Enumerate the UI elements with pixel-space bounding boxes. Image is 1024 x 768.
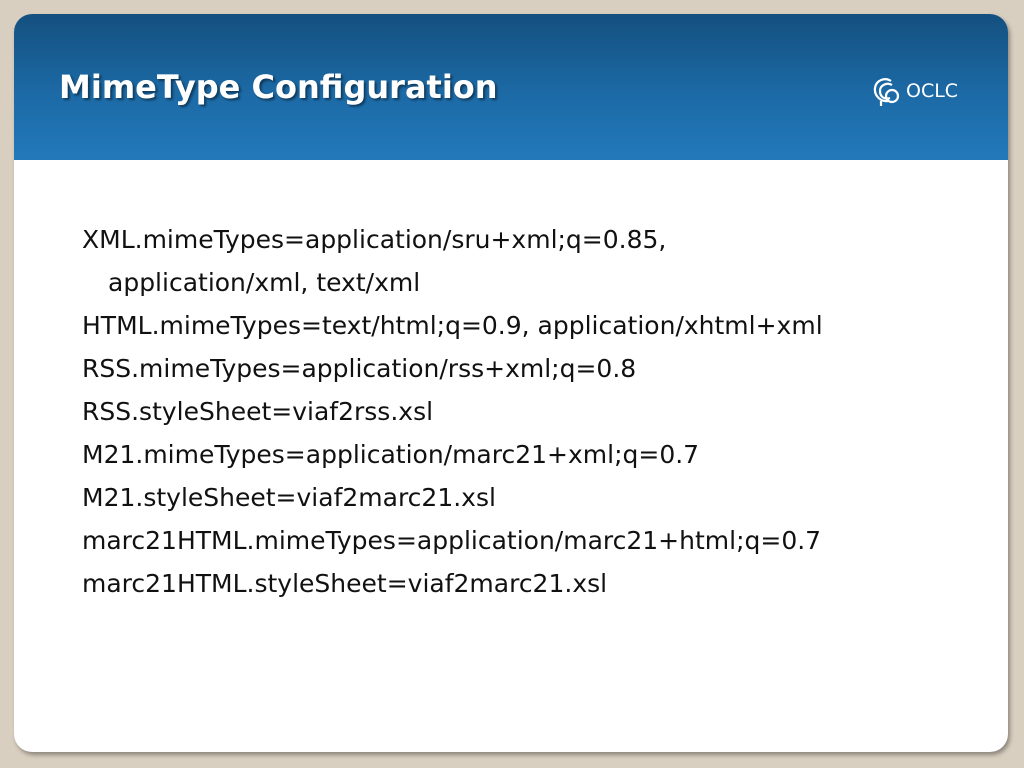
slide: MimeType Configuration OCLC XML.mimeType… — [14, 14, 1008, 752]
config-line: M21.mimeTypes=application/marc21+xml;q=0… — [82, 440, 700, 469]
slide-header: MimeType Configuration OCLC — [14, 14, 1008, 160]
config-line: RSS.styleSheet=viaf2rss.xsl — [82, 397, 434, 426]
config-line: marc21HTML.styleSheet=viaf2marc21.xsl — [82, 569, 608, 598]
config-line: marc21HTML.mimeTypes=application/marc21+… — [82, 526, 822, 555]
slide-title: MimeType Configuration — [59, 68, 498, 106]
config-line: M21.styleSheet=viaf2marc21.xsl — [82, 483, 496, 512]
oclc-logo-text: OCLC — [906, 80, 959, 102]
slide-body: XML.mimeTypes=application/sru+xml;q=0.85… — [82, 218, 823, 605]
oclc-logo-icon — [872, 75, 902, 107]
config-line: application/xml, text/xml — [108, 268, 421, 297]
config-line: RSS.mimeTypes=application/rss+xml;q=0.8 — [82, 354, 637, 383]
oclc-logo: OCLC — [872, 74, 958, 108]
slide-frame: MimeType Configuration OCLC XML.mimeType… — [0, 0, 1024, 768]
config-line: HTML.mimeTypes=text/html;q=0.9, applicat… — [82, 311, 823, 340]
config-line: XML.mimeTypes=application/sru+xml;q=0.85… — [82, 225, 667, 254]
